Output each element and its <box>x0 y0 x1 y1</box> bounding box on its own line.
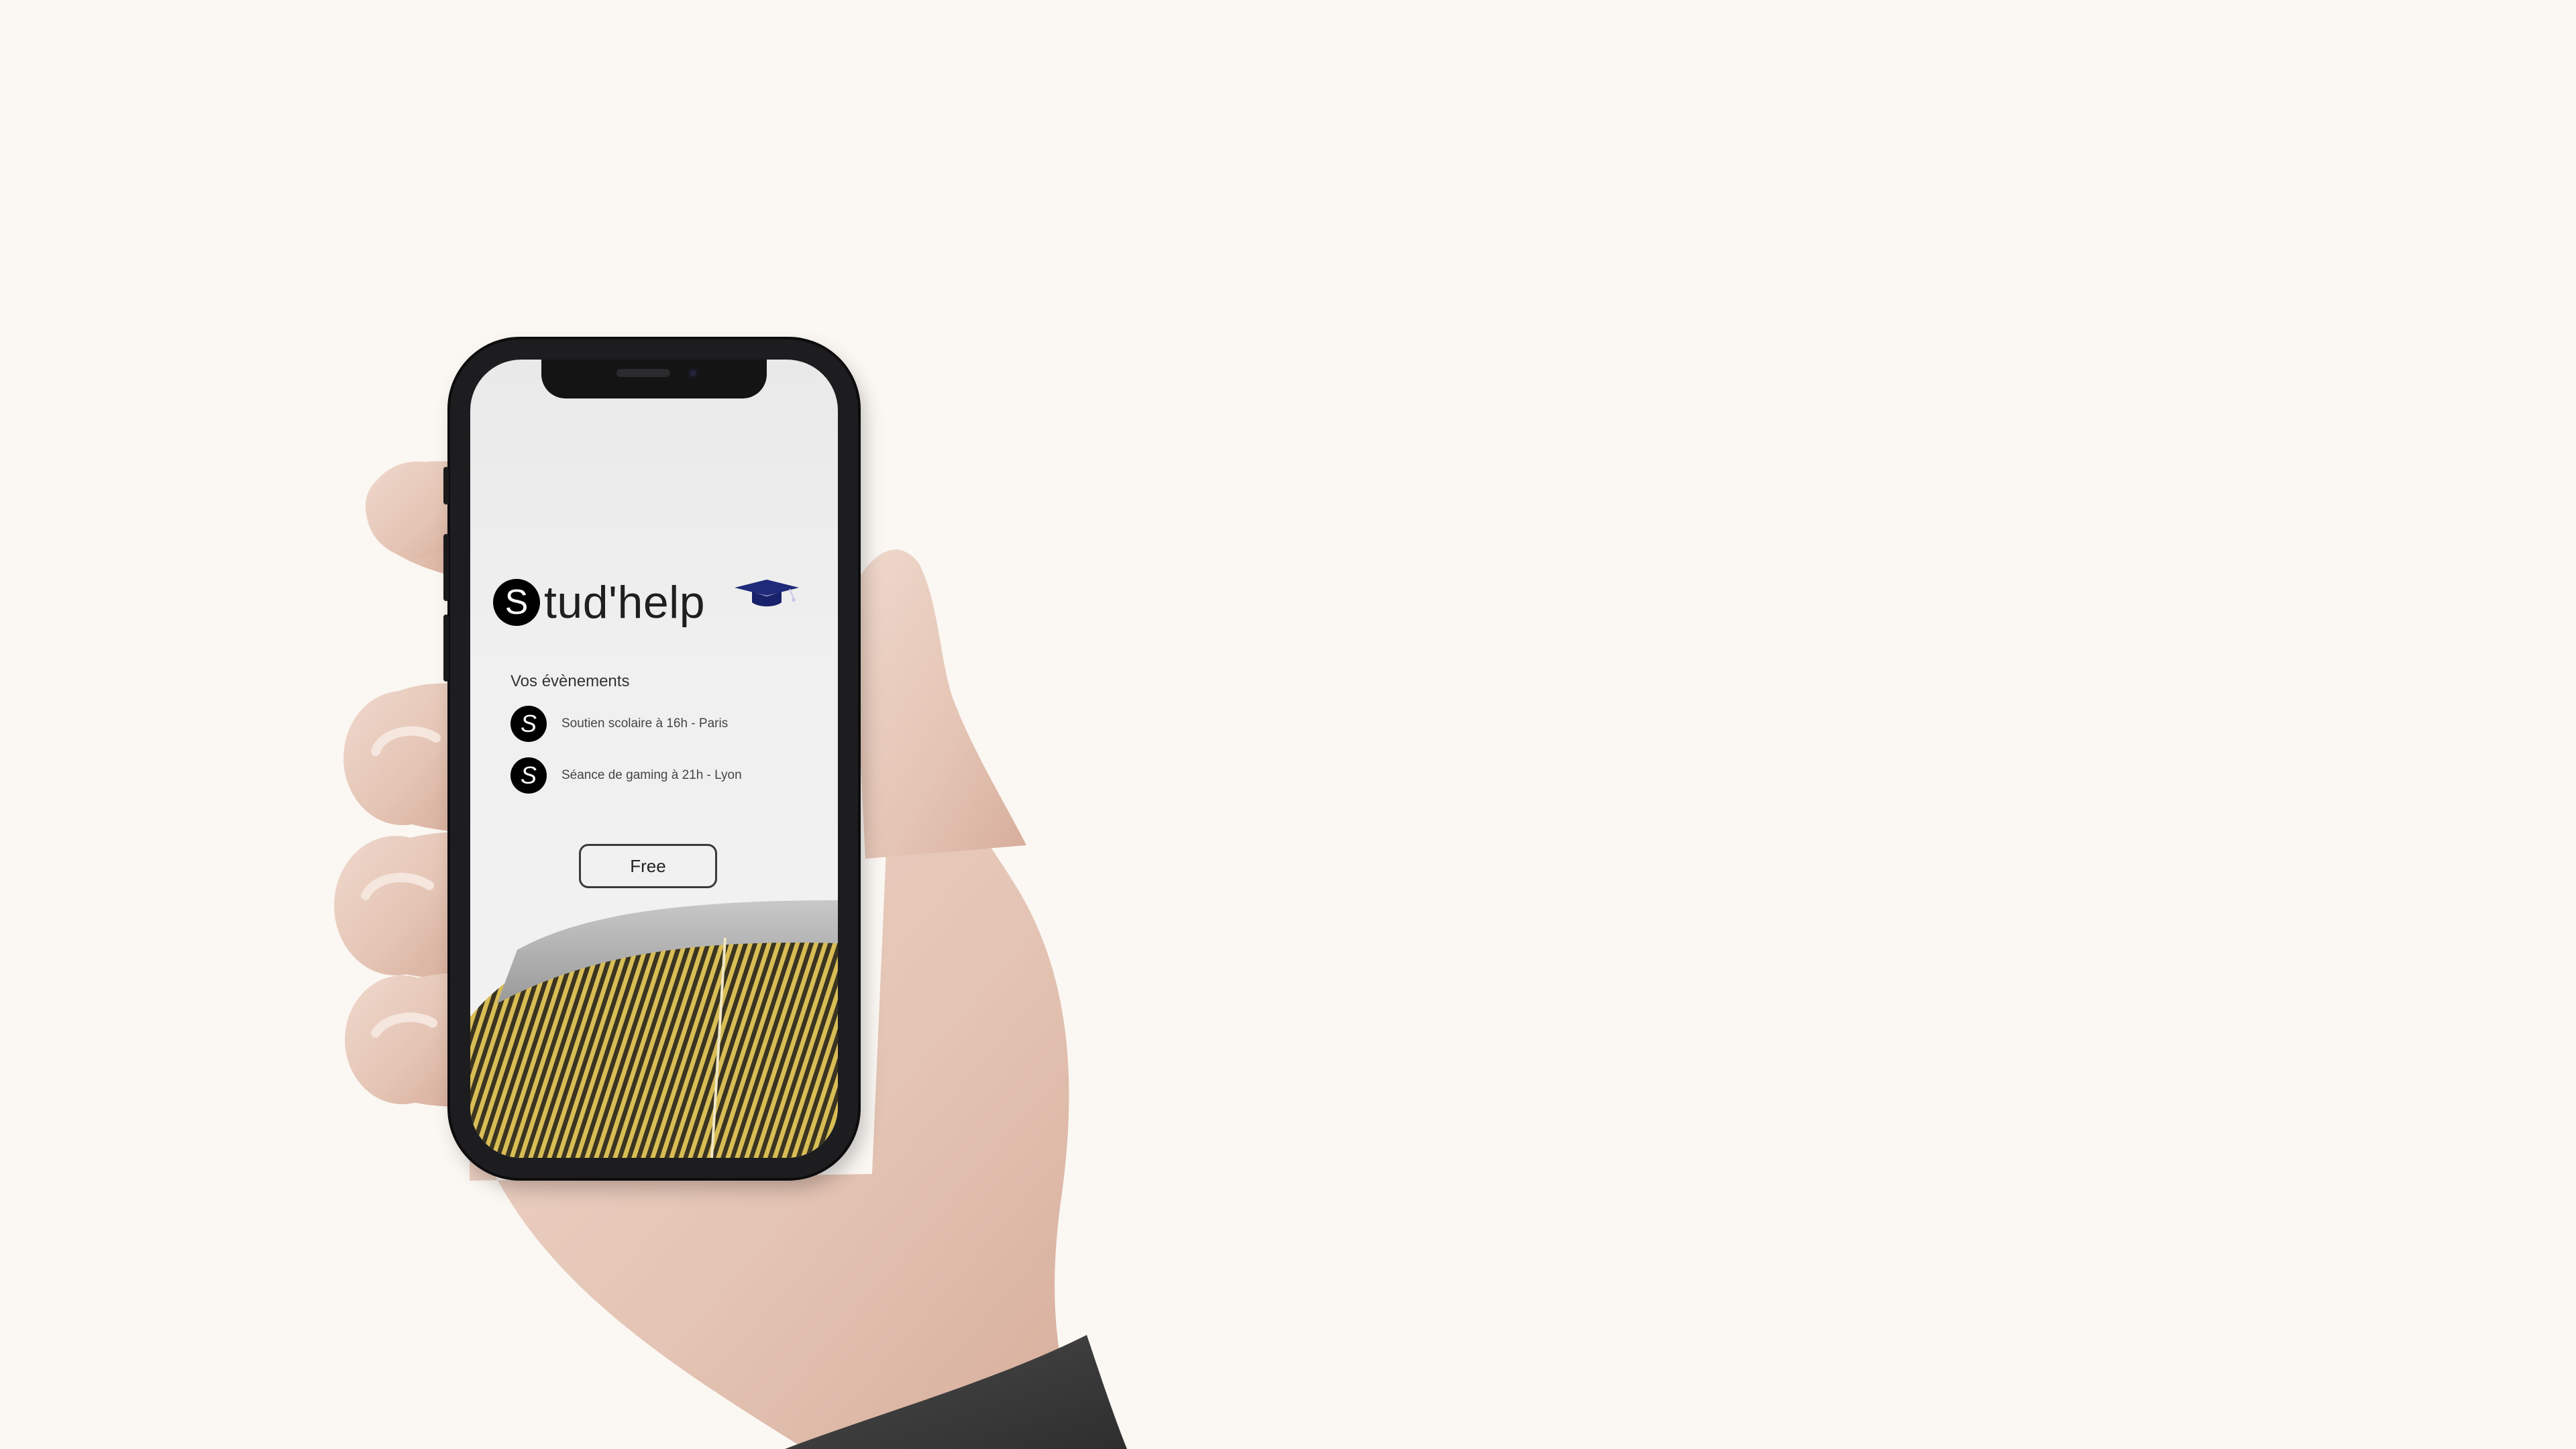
speaker <box>616 369 670 377</box>
phone-volume-down-button <box>443 614 449 682</box>
event-label: Soutien scolaire à 16h - Paris <box>561 716 729 731</box>
phone-screen: S tud'help Vos évènements S Soutien scol… <box>470 360 838 1158</box>
event-item[interactable]: S Soutien scolaire à 16h - Paris <box>511 706 728 742</box>
front-camera <box>688 368 698 378</box>
graduation-cap-icon <box>735 580 799 606</box>
scene: S tud'help Vos évènements S Soutien scol… <box>0 0 2576 1449</box>
events-section-title: Vos évènements <box>511 672 630 690</box>
event-item[interactable]: S Séance de gaming à 21h - Lyon <box>511 757 742 794</box>
phone-volume-up-button <box>443 534 449 601</box>
phone-side-button <box>443 467 449 504</box>
logo-s-circle: S <box>493 579 540 626</box>
free-button[interactable]: Free <box>579 844 717 888</box>
app-logo: S tud'help <box>493 576 705 629</box>
building-photo <box>470 900 838 1158</box>
event-s-icon: S <box>511 706 547 742</box>
hand-illustration <box>334 461 1127 1449</box>
phone-notch <box>541 360 767 398</box>
phone-frame: S tud'help Vos évènements S Soutien scol… <box>443 339 858 1178</box>
event-label: Séance de gaming à 21h - Lyon <box>561 768 742 782</box>
event-s-icon: S <box>511 757 547 794</box>
app-name: tud'help <box>544 577 706 628</box>
